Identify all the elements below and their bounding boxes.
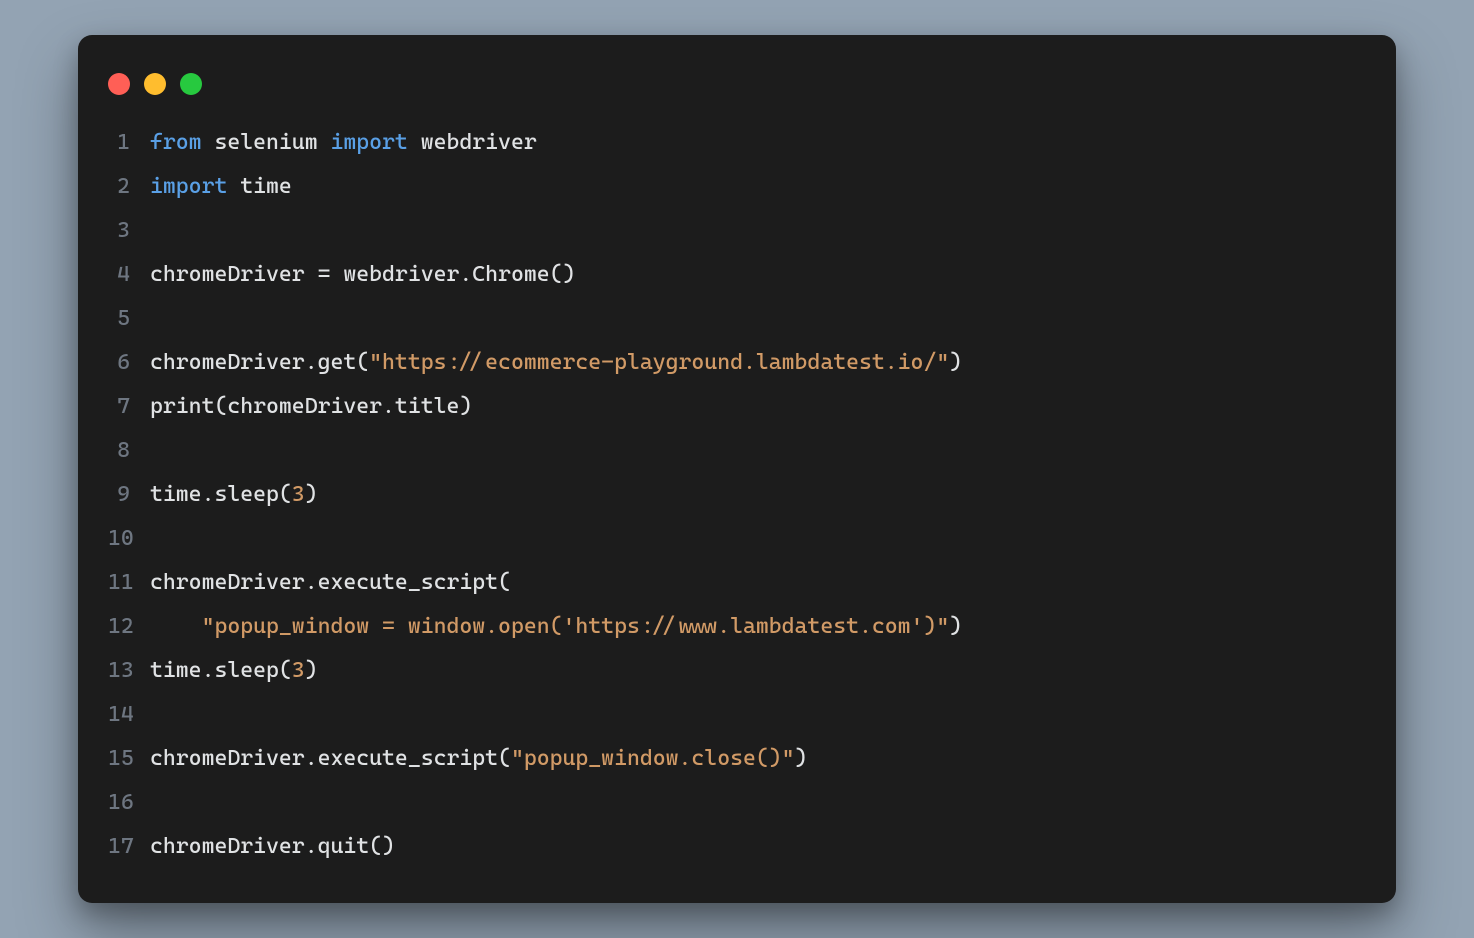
token-kw: from (150, 130, 202, 155)
token-def: chromeDriver.execute_script( (150, 746, 511, 771)
minimize-icon[interactable] (144, 73, 166, 95)
code-line[interactable]: 14 (108, 693, 1366, 737)
code-line[interactable]: 16 (108, 781, 1366, 825)
token-str: "popup_window = window.open('https://www… (202, 614, 950, 639)
line-number: 10 (108, 517, 150, 561)
token-def: ) (305, 658, 318, 683)
token-num: 3 (292, 658, 305, 683)
code-content[interactable]: print(chromeDriver.title) (150, 385, 1366, 429)
code-content[interactable]: chromeDriver.execute_script("popup_windo… (150, 737, 1366, 781)
line-number: 17 (108, 825, 150, 869)
line-number: 11 (108, 561, 150, 605)
line-number: 15 (108, 737, 150, 781)
code-line[interactable]: 10 (108, 517, 1366, 561)
line-number: 5 (108, 297, 150, 341)
code-content[interactable] (150, 429, 1366, 473)
token-def: ) (305, 482, 318, 507)
code-editor[interactable]: 1from selenium import webdriver2import t… (78, 121, 1396, 869)
zoom-icon[interactable] (180, 73, 202, 95)
line-number: 1 (108, 121, 150, 165)
token-num: 3 (292, 482, 305, 507)
code-line[interactable]: 5 (108, 297, 1366, 341)
code-content[interactable]: "popup_window = window.open('https://www… (150, 605, 1366, 649)
token-def: ) (949, 614, 962, 639)
token-def: ) (949, 350, 962, 375)
code-line[interactable]: 2import time (108, 165, 1366, 209)
token-def: chromeDriver = webdriver.Chrome() (150, 262, 575, 287)
code-content[interactable] (150, 297, 1366, 341)
window-title-bar (78, 63, 1396, 121)
line-number: 16 (108, 781, 150, 825)
line-number: 8 (108, 429, 150, 473)
code-line[interactable]: 12 "popup_window = window.open('https://… (108, 605, 1366, 649)
token-def: time.sleep( (150, 482, 292, 507)
code-line[interactable]: 9time.sleep(3) (108, 473, 1366, 517)
code-content[interactable]: time.sleep(3) (150, 473, 1366, 517)
code-line[interactable]: 13time.sleep(3) (108, 649, 1366, 693)
token-def: chromeDriver.get( (150, 350, 369, 375)
code-content[interactable]: chromeDriver.get("https://ecommerce-play… (150, 341, 1366, 385)
line-number: 2 (108, 165, 150, 209)
code-content[interactable]: from selenium import webdriver (150, 121, 1366, 165)
editor-window: 1from selenium import webdriver2import t… (78, 35, 1396, 903)
token-def: chromeDriver.quit() (150, 834, 395, 859)
code-line[interactable]: 6chromeDriver.get("https://ecommerce-pla… (108, 341, 1366, 385)
line-number: 4 (108, 253, 150, 297)
token-def: chromeDriver.execute_script( (150, 570, 511, 595)
token-def: selenium (202, 130, 331, 155)
code-content[interactable]: chromeDriver = webdriver.Chrome() (150, 253, 1366, 297)
line-number: 12 (108, 605, 150, 649)
token-kw: import (330, 130, 407, 155)
token-kw: import (150, 174, 227, 199)
code-content[interactable]: chromeDriver.execute_script( (150, 561, 1366, 605)
line-number: 13 (108, 649, 150, 693)
line-number: 14 (108, 693, 150, 737)
code-content[interactable] (150, 693, 1366, 737)
code-content[interactable]: chromeDriver.quit() (150, 825, 1366, 869)
token-def: print(chromeDriver.title) (150, 394, 472, 419)
token-def: webdriver (408, 130, 537, 155)
code-line[interactable]: 11chromeDriver.execute_script( (108, 561, 1366, 605)
code-line[interactable]: 3 (108, 209, 1366, 253)
code-content[interactable]: time.sleep(3) (150, 649, 1366, 693)
code-content[interactable] (150, 517, 1366, 561)
code-line[interactable]: 15chromeDriver.execute_script("popup_win… (108, 737, 1366, 781)
code-line[interactable]: 17chromeDriver.quit() (108, 825, 1366, 869)
token-str: "https://ecommerce-playground.lambdatest… (369, 350, 949, 375)
code-line[interactable]: 8 (108, 429, 1366, 473)
code-content[interactable] (150, 209, 1366, 253)
code-line[interactable]: 7print(chromeDriver.title) (108, 385, 1366, 429)
token-def: time.sleep( (150, 658, 292, 683)
token-def (150, 614, 202, 639)
token-str: "popup_window.close()" (511, 746, 795, 771)
code-content[interactable]: import time (150, 165, 1366, 209)
close-icon[interactable] (108, 73, 130, 95)
code-content[interactable] (150, 781, 1366, 825)
line-number: 7 (108, 385, 150, 429)
code-line[interactable]: 4chromeDriver = webdriver.Chrome() (108, 253, 1366, 297)
line-number: 3 (108, 209, 150, 253)
token-def: ) (795, 746, 808, 771)
token-def: time (227, 174, 291, 199)
code-line[interactable]: 1from selenium import webdriver (108, 121, 1366, 165)
line-number: 6 (108, 341, 150, 385)
line-number: 9 (108, 473, 150, 517)
